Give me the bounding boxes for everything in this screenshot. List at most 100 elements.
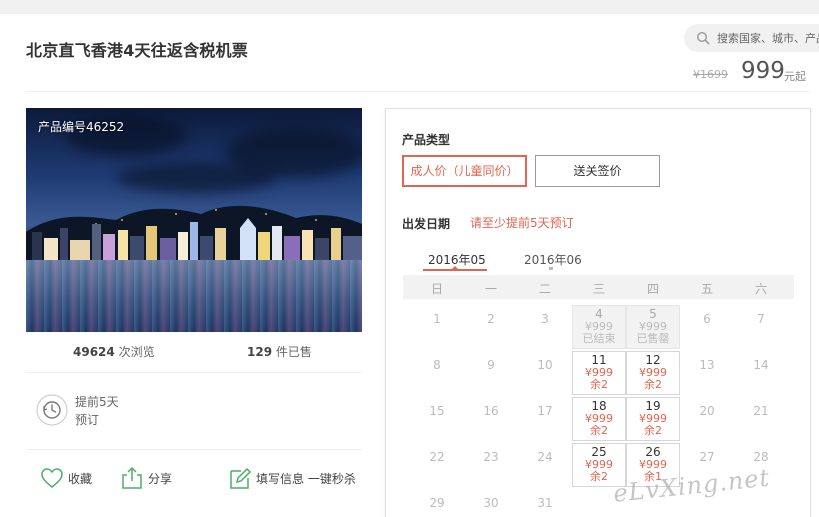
type-adult-button[interactable]: 成人价（儿童同价）: [402, 155, 527, 187]
day-number: 1: [433, 312, 441, 326]
product-photo: 产品编号46252: [26, 108, 362, 332]
day-number: 17: [537, 404, 553, 418]
calendar-day: 21: [734, 397, 788, 441]
day-number: 30: [483, 496, 499, 510]
calendar-day: 2: [464, 305, 518, 349]
product-stats: 49624 次浏览 129 件已售: [26, 343, 362, 365]
day-number: 28: [753, 450, 769, 464]
search-icon: [696, 31, 710, 45]
advance-line-2: 预订: [75, 413, 100, 427]
day-status: 余2: [644, 378, 662, 391]
views-count: 49624: [73, 345, 115, 359]
day-number: 19: [645, 399, 661, 413]
day-number: 14: [753, 358, 769, 372]
calendar-day: 22: [410, 443, 464, 487]
calendar-day: 16: [464, 397, 518, 441]
calendar-day[interactable]: 18 ¥999 余2: [572, 397, 626, 441]
day-number: 5: [649, 307, 657, 321]
calendar-day[interactable]: 11 ¥999 余2: [572, 351, 626, 395]
header-divider: [26, 91, 810, 92]
calendar-day: 20: [680, 397, 734, 441]
calendar-day: 3: [518, 305, 572, 349]
weekday-fri: 五: [700, 282, 713, 296]
calendar-day: 7: [734, 305, 788, 349]
original-price: ¥1699: [693, 68, 728, 81]
calendar-day: 9: [464, 351, 518, 395]
edit-icon: [230, 467, 252, 489]
day-number: 7: [757, 312, 765, 326]
actions-divider: [26, 449, 362, 450]
day-number: 13: [699, 358, 715, 372]
day-number: 16: [483, 404, 499, 418]
photo-skyline: [32, 218, 362, 263]
day-status: 已结束: [582, 332, 616, 345]
day-number: 8: [433, 358, 441, 372]
calendar-day: 5 ¥999 已售罄: [626, 305, 680, 349]
search-box[interactable]: [684, 24, 819, 52]
day-number: 18: [591, 399, 607, 413]
favorite-label: 收藏: [68, 472, 93, 486]
calendar-day: 24: [518, 443, 572, 487]
views-label: 次浏览: [118, 345, 155, 359]
day-number: 11: [591, 353, 607, 367]
type-visa-button[interactable]: 送关签价: [535, 155, 660, 187]
calendar-day: 8: [410, 351, 464, 395]
calendar-day: 29: [410, 489, 464, 517]
day-number: 21: [753, 404, 769, 418]
day-number: 20: [699, 404, 715, 418]
day-number: 12: [645, 353, 661, 367]
weekday-thu: 四: [646, 282, 659, 296]
departure-date-label: 出发日期: [402, 217, 451, 231]
weekday-sun: 日: [430, 282, 443, 296]
price-suffix: 元起: [784, 70, 806, 83]
day-number: 3: [541, 312, 549, 326]
calendar-day: 1: [410, 305, 464, 349]
day-number: 23: [483, 450, 499, 464]
calendar-day: 10: [518, 351, 572, 395]
day-number: 2: [487, 312, 495, 326]
product-page: 北京直飞香港4天往返含税机票 ¥1699 999 元起: [0, 14, 819, 517]
weekday-mon: 一: [484, 282, 497, 296]
calendar-day[interactable]: 19 ¥999 余2: [626, 397, 680, 441]
heart-icon: [41, 468, 63, 488]
weekday-header: 日 一 二 三 四 五 六: [403, 275, 794, 299]
month-tab-marker: [549, 267, 553, 270]
stats-divider: [26, 372, 362, 373]
weekday-tue: 二: [538, 282, 551, 296]
photo-water-glow: [26, 260, 362, 332]
weekday-sat: 六: [754, 282, 767, 296]
month-tab-underline: [423, 269, 487, 271]
share-icon: [122, 466, 142, 489]
calendar-day: 14: [734, 351, 788, 395]
day-number: 31: [537, 496, 553, 510]
day-status: 余2: [590, 378, 608, 391]
fill-info-label: 填写信息 一键秒杀: [256, 472, 356, 486]
advance-booking-note: 提前5天 预订: [75, 393, 119, 429]
calendar-day: 15: [410, 397, 464, 441]
day-number: 15: [429, 404, 445, 418]
calendar-day: 4 ¥999 已结束: [572, 305, 626, 349]
calendar-day: 31: [518, 489, 572, 517]
day-number: 10: [537, 358, 553, 372]
sold-label: 件已售: [275, 345, 312, 359]
calendar-day: 23: [464, 443, 518, 487]
calendar-day[interactable]: 12 ¥999 余2: [626, 351, 680, 395]
day-number: 4: [595, 307, 603, 321]
search-input[interactable]: [717, 30, 819, 46]
clock-icon: [36, 394, 68, 426]
share-label: 分享: [148, 472, 173, 486]
page-title: 北京直飞香港4天往返含税机票: [26, 41, 248, 60]
sold-count: 129: [247, 345, 273, 359]
date-hint: 请至少提前5天预订: [470, 216, 574, 230]
advance-line-1: 提前5天: [75, 395, 119, 409]
day-number: 26: [645, 445, 661, 459]
day-number: 29: [429, 496, 445, 510]
photo-cloud: [116, 163, 276, 193]
top-strip: [0, 0, 819, 14]
day-number: 9: [487, 358, 495, 372]
product-code: 产品编号46252: [38, 120, 125, 134]
day-status: 已售罄: [636, 332, 670, 345]
month-tab-june[interactable]: 2016年06: [524, 251, 582, 268]
day-number: 25: [591, 445, 607, 459]
day-status: 余2: [644, 424, 662, 437]
